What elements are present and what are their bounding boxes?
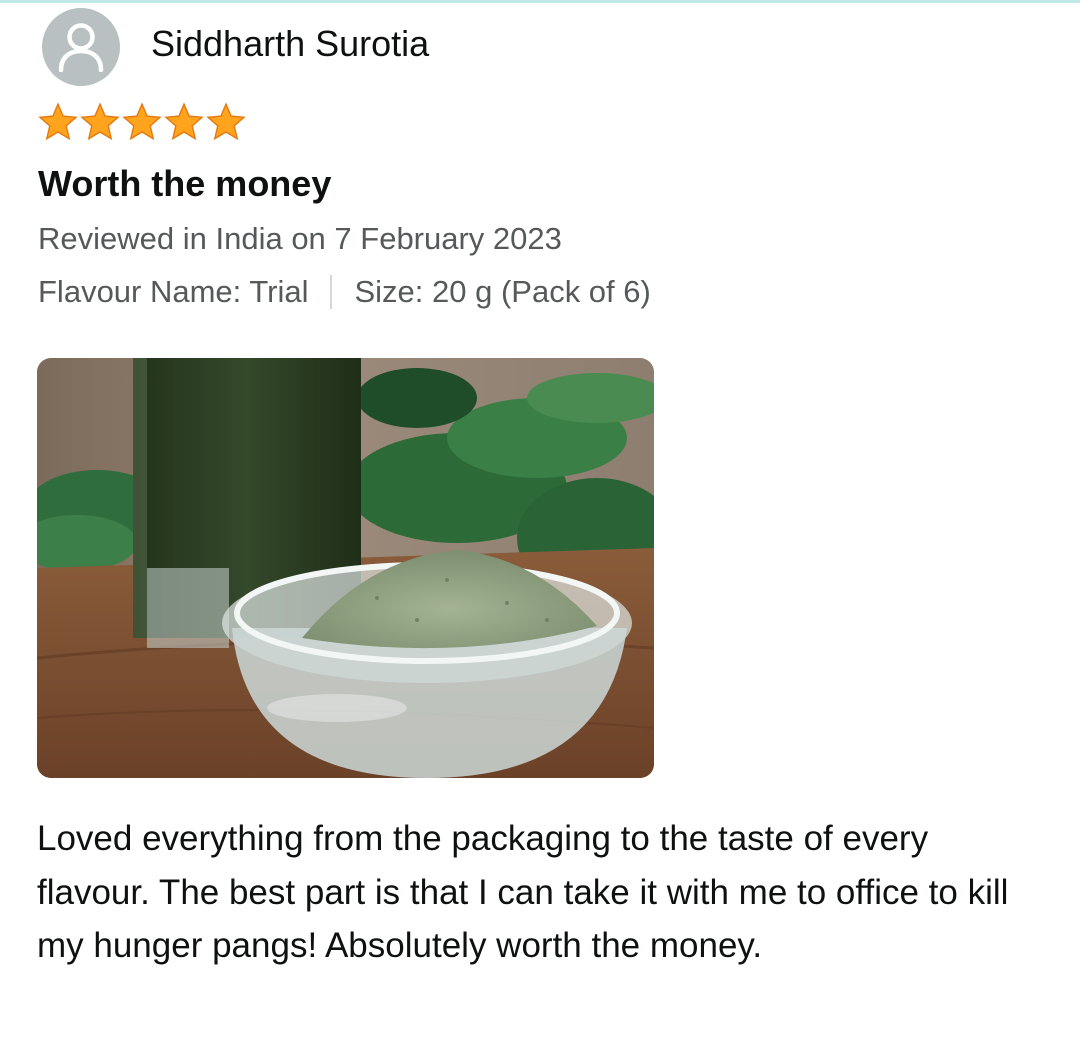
- product-variant-info[interactable]: Flavour Name: Trial Size: 20 g (Pack of …: [38, 274, 651, 310]
- reviewer-profile[interactable]: Siddharth Surotia: [42, 8, 429, 86]
- star-icon: [80, 102, 120, 141]
- star-rating: [37, 101, 247, 143]
- star-icon: [38, 102, 78, 141]
- review-photo[interactable]: [37, 358, 654, 778]
- star-icon: [164, 102, 204, 141]
- size-info[interactable]: Size: 20 g (Pack of 6): [354, 274, 650, 310]
- default-user-icon[interactable]: [42, 8, 120, 86]
- star-icon: [122, 102, 162, 141]
- review-body-text: Loved everything from the packaging to t…: [37, 819, 1009, 965]
- review-date: Reviewed in India on 7 February 2023: [38, 221, 562, 256]
- top-accent-bar: [0, 0, 1080, 3]
- star-icon: [206, 102, 246, 141]
- review-title: Worth the money: [38, 163, 332, 204]
- reviewer-name[interactable]: Siddharth Surotia: [151, 23, 429, 65]
- variant-divider: [330, 275, 333, 309]
- flavour-name[interactable]: Flavour Name: Trial: [38, 274, 308, 310]
